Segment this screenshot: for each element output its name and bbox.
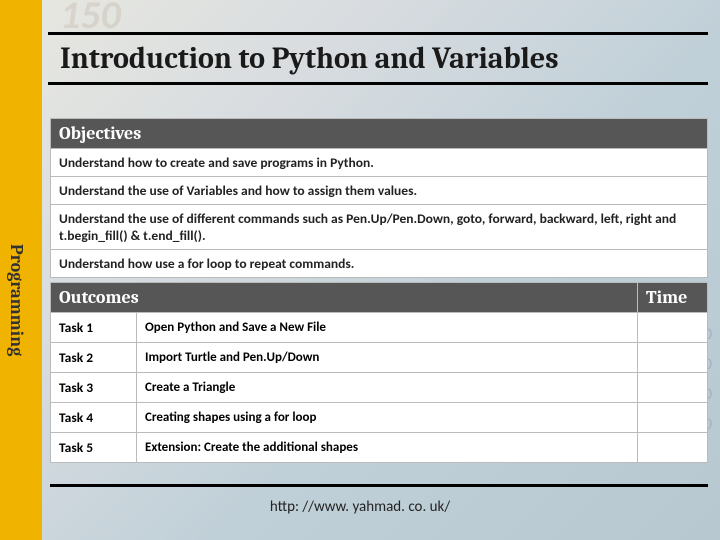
outcomes-header: Outcomes [51, 283, 638, 313]
objective-item: Understand the use of different commands… [51, 205, 708, 250]
task-id: Task 4 [51, 403, 137, 433]
slide: 150 150 100 50 0 Programming Introductio… [0, 0, 720, 540]
task-time [638, 313, 708, 343]
table-row: Task 5 Extension: Create the additional … [51, 433, 708, 463]
table-row: Task 2 Import Turtle and Pen.Up/Down [51, 343, 708, 373]
divider [48, 82, 708, 85]
task-desc: Extension: Create the additional shapes [137, 433, 638, 463]
title-block: Introduction to Python and Variables [48, 32, 708, 85]
objectives-header: Objectives [51, 119, 708, 149]
divider [48, 32, 708, 35]
objective-item: Understand how to create and save progra… [51, 149, 708, 177]
objective-item: Understand the use of Variables and how … [51, 177, 708, 205]
objectives-table: Objectives Understand how to create and … [50, 118, 708, 278]
content: Objectives Understand how to create and … [50, 118, 708, 463]
outcomes-table: Outcomes Time Task 1 Open Python and Sav… [50, 282, 708, 463]
task-time [638, 433, 708, 463]
task-id: Task 2 [51, 343, 137, 373]
task-desc: Import Turtle and Pen.Up/Down [137, 343, 638, 373]
objective-item: Understand how use a for loop to repeat … [51, 250, 708, 278]
divider [50, 484, 708, 487]
time-header: Time [638, 283, 708, 313]
table-row: Task 3 Create a Triangle [51, 373, 708, 403]
task-desc: Create a Triangle [137, 373, 638, 403]
task-id: Task 3 [51, 373, 137, 403]
task-desc: Open Python and Save a New File [137, 313, 638, 343]
task-id: Task 5 [51, 433, 137, 463]
outcomes-header-row: Outcomes Time [51, 283, 708, 313]
footer-url: http: //www. yahmad. co. uk/ [0, 498, 720, 516]
task-id: Task 1 [51, 313, 137, 343]
task-desc: Creating shapes using a for loop [137, 403, 638, 433]
sidebar-label: Programming [6, 244, 28, 356]
task-time [638, 343, 708, 373]
table-row: Task 4 Creating shapes using a for loop [51, 403, 708, 433]
table-row: Task 1 Open Python and Save a New File [51, 313, 708, 343]
sidebar-label-text: Programming [6, 244, 27, 356]
task-time [638, 403, 708, 433]
task-time [638, 373, 708, 403]
page-title: Introduction to Python and Variables [48, 37, 708, 78]
